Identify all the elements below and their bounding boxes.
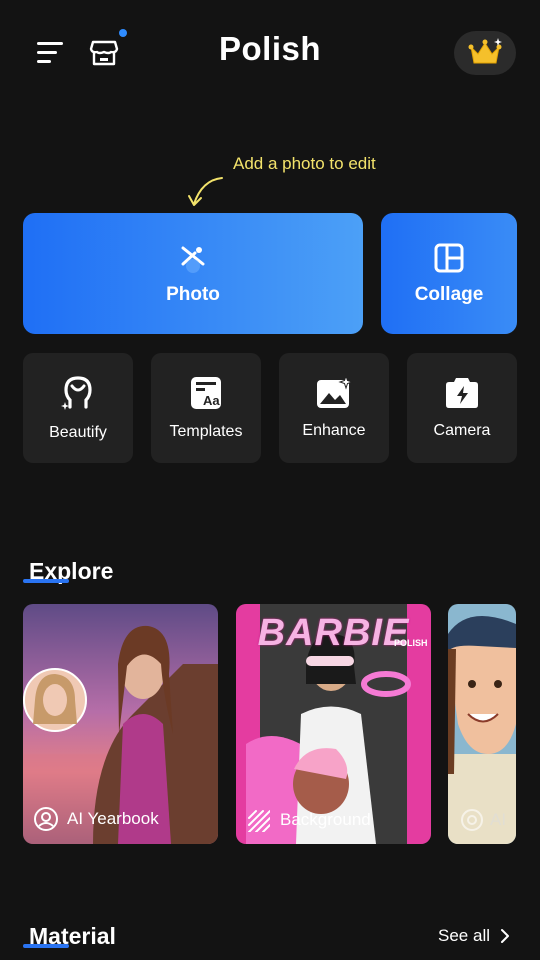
explore-card-ai-yearbook[interactable]: AI Yearbook	[23, 604, 218, 844]
template-icon: Aa	[191, 377, 221, 409]
explore-card-background[interactable]: BARBIE POLISH Background	[236, 604, 431, 844]
background-label: Background	[280, 810, 371, 829]
explore-card-ai[interactable]: AI	[448, 604, 516, 844]
crown-icon	[468, 38, 502, 64]
material-underline	[23, 944, 69, 948]
poster-tag: POLISH	[394, 638, 428, 648]
camera-icon	[461, 809, 483, 831]
photo-card[interactable]: Photo	[23, 213, 363, 334]
hint-arrow-icon	[188, 177, 223, 206]
tool-label: Enhance	[302, 422, 366, 439]
see-all-link[interactable]: See all	[438, 926, 512, 946]
card-label: AI	[460, 808, 506, 832]
poster-title: BARBIE	[257, 612, 410, 654]
tool-label: Camera	[433, 422, 491, 439]
ai-label: AI	[490, 810, 507, 829]
collage-label: Collage	[414, 283, 484, 305]
stripes-icon	[248, 810, 270, 832]
explore-underline	[23, 579, 69, 583]
svg-text:Aa: Aa	[203, 393, 220, 408]
tool-enhance[interactable]: Enhance	[279, 353, 389, 463]
tool-camera[interactable]: Camera	[407, 353, 517, 463]
tool-label: Templates	[169, 423, 243, 440]
tool-beautify[interactable]: Beautify	[23, 353, 133, 463]
face-scan-icon	[34, 807, 58, 831]
magic-wand-icon	[181, 246, 205, 273]
photo-label: Photo	[166, 283, 220, 305]
tool-label: Beautify	[49, 424, 107, 441]
image-sparkle-icon	[317, 376, 353, 408]
see-all-label: See all	[438, 926, 490, 945]
ai-yearbook-label: AI Yearbook	[67, 809, 159, 828]
premium-button[interactable]	[454, 31, 516, 75]
grid-icon	[434, 243, 464, 272]
card-label: AI Yearbook	[33, 806, 159, 832]
camera-flash-icon	[446, 378, 478, 408]
face-sparkle-icon	[61, 376, 92, 410]
card-label: Background	[246, 808, 371, 832]
add-photo-hint: Add a photo to edit	[233, 154, 376, 173]
tool-templates[interactable]: Aa Templates	[151, 353, 261, 463]
chevron-right-icon	[501, 929, 509, 943]
collage-card[interactable]: Collage	[381, 213, 517, 334]
